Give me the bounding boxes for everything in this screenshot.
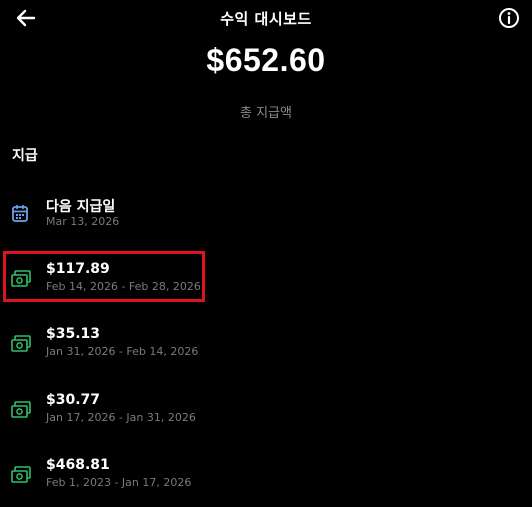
- section-title-payouts: 지급: [12, 148, 38, 164]
- top-bar: 수익 대시보드: [0, 0, 532, 36]
- cash-icon: [11, 401, 31, 418]
- payout-row[interactable]: $468.81 Feb 1, 2023 - Jan 17, 2026: [0, 457, 532, 507]
- cash-icon: [11, 270, 31, 287]
- payout-amount: $35.13: [46, 326, 101, 342]
- calendar-icon: [12, 204, 28, 222]
- next-payout-date: Mar 13, 2026: [46, 215, 120, 228]
- total-payout-label: 총 지급액: [240, 106, 292, 121]
- next-payout-label: 다음 지급일: [46, 199, 116, 215]
- cash-icon: [11, 466, 31, 483]
- payout-amount: $30.77: [46, 392, 101, 408]
- payout-period: Jan 17, 2026 - Jan 31, 2026: [46, 411, 196, 424]
- payout-row[interactable]: $35.13 Jan 31, 2026 - Feb 14, 2026: [0, 326, 532, 376]
- total-payout-amount: $652.60: [206, 42, 326, 78]
- page-title: 수익 대시보드: [220, 10, 312, 28]
- info-icon: [499, 8, 519, 28]
- payout-period: Feb 14, 2026 - Feb 28, 2026: [46, 280, 201, 293]
- payout-period: Jan 31, 2026 - Feb 14, 2026: [46, 345, 199, 358]
- payout-row[interactable]: $30.77 Jan 17, 2026 - Jan 31, 2026: [0, 392, 532, 442]
- payout-period: Feb 1, 2023 - Jan 17, 2026: [46, 476, 192, 489]
- payout-amount: $468.81: [46, 457, 110, 473]
- cash-icon: [11, 335, 31, 352]
- info-button[interactable]: [498, 7, 520, 29]
- next-payout-row: 다음 지급일 Mar 13, 2026: [0, 196, 532, 246]
- payout-amount: $117.89: [46, 261, 110, 277]
- payout-row[interactable]: $117.89 Feb 14, 2026 - Feb 28, 2026: [0, 261, 532, 311]
